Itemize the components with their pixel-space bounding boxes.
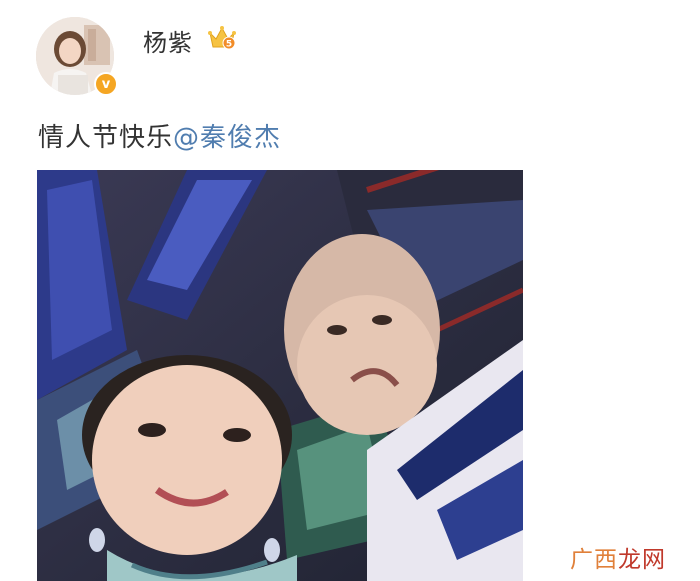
weibo-post: v 杨紫 5 情人节快乐@秦俊杰 广西龙网: [0, 0, 700, 581]
post-text: 情人节快乐@秦俊杰: [38, 117, 281, 154]
post-image[interactable]: [37, 170, 523, 581]
site-watermark: 广西龙网: [570, 540, 666, 574]
watermark-part1: 广西: [570, 547, 618, 573]
post-text-content: 情人节快乐: [38, 123, 174, 153]
mention-link[interactable]: @秦俊杰: [173, 123, 281, 153]
watermark-part2: 龙网: [618, 547, 666, 573]
vip-crown-icon: 5: [208, 26, 236, 50]
selfie-photo-icon: [37, 170, 523, 581]
verified-symbol: v: [101, 76, 111, 92]
verified-v-icon: v: [94, 72, 118, 96]
author-name[interactable]: 杨紫: [143, 23, 193, 58]
vip-level: 5: [226, 40, 232, 50]
